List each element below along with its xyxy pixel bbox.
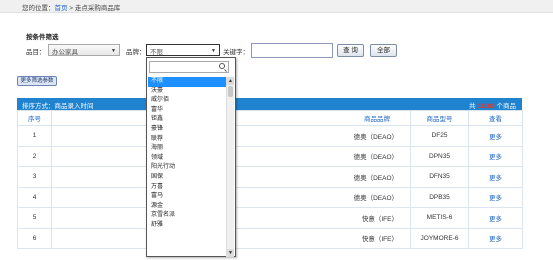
row-no: 6: [17, 227, 52, 249]
brand-option[interactable]: 威尔佰: [148, 96, 227, 106]
chevron-down-icon: ▼: [211, 48, 216, 54]
category-label: 品目：: [26, 49, 46, 56]
brand-option[interactable]: 舒雅: [148, 221, 227, 231]
scroll-up-icon[interactable]: ▲: [227, 77, 234, 85]
table-header-row: 序号 商品品牌 商品型号 查看: [17, 110, 523, 126]
table-row: 5 乖 快意（IFE） METIS-6 更多: [17, 207, 523, 229]
row-no: 4: [17, 186, 52, 208]
category-select-value: 办公家具: [52, 49, 78, 56]
brand-label: 品牌：: [126, 49, 146, 56]
total-count: 共 11180 个商品: [469, 100, 516, 110]
total-count-value: 11180: [477, 103, 495, 110]
brand-option[interactable]: 阳光行动: [148, 163, 227, 173]
row-model: DF25: [410, 125, 469, 147]
row-model: DPN35: [410, 145, 469, 167]
table-row: 6 无 快意（IFE） JOYMORE-6 更多: [17, 227, 523, 249]
row-more-link[interactable]: 更多: [468, 145, 523, 167]
column-header-no: 序号: [17, 110, 52, 126]
row-more-link[interactable]: 更多: [468, 207, 523, 229]
column-header-view: 查看: [468, 110, 523, 126]
brand-option[interactable]: 富马: [148, 192, 227, 202]
brand-option[interactable]: 钜鑫: [148, 115, 227, 125]
row-model: DPB35: [410, 186, 469, 208]
total-suffix: 个商品: [494, 103, 516, 110]
category-select[interactable]: 办公家具 ▼: [48, 44, 120, 56]
brand-option[interactable]: 富华: [148, 106, 227, 116]
row-more-link[interactable]: 更多: [468, 186, 523, 208]
brand-option-list: 不限 沃豪 威尔佰 富华 钜鑫 豪锋 联荐 海丽 领域 阳光行动 国保 万喜 富…: [148, 77, 227, 231]
brand-option[interactable]: 领域: [148, 154, 227, 164]
row-model: METIS-6: [410, 207, 469, 229]
sort-bar: 排序方式：商品录入时间 共 11180 个商品: [17, 98, 522, 110]
scroll-thumb[interactable]: [228, 86, 233, 97]
brand-option[interactable]: 沃豪: [148, 87, 227, 97]
brand-search-input[interactable]: [149, 61, 229, 73]
query-button[interactable]: 查 询: [337, 44, 364, 57]
row-more-link[interactable]: 更多: [468, 125, 523, 147]
column-header-model: 商品型号: [410, 110, 469, 126]
table-row: 1 德奥（DEAO） DF25 更多: [17, 125, 523, 147]
table-row: 3 德奥（DEAO） DFN35 更多: [17, 166, 523, 188]
keyword-label: 关键字：: [223, 49, 249, 56]
brand-dropdown: 不限 沃豪 威尔佰 富华 钜鑫 豪锋 联荐 海丽 领域 阳光行动 国保 万喜 富…: [146, 57, 236, 257]
table-row: 2 德奥（DEAO） DPN35 更多: [17, 145, 523, 167]
breadcrumb-current: 走点采购商品库: [74, 5, 121, 12]
scroll-down-icon[interactable]: ▼: [227, 249, 234, 257]
row-more-link[interactable]: 更多: [468, 166, 523, 188]
row-no: 1: [17, 125, 52, 147]
brand-select[interactable]: 不限 ▼: [146, 44, 220, 56]
search-icon: [219, 63, 225, 69]
dropdown-scrollbar[interactable]: ▲ ▼: [226, 77, 234, 257]
product-table: 序号 商品品牌 商品型号 查看 1 德奥（DEAO） DF25 更多 2 德奥（…: [17, 110, 523, 249]
brand-option[interactable]: 源金: [148, 202, 227, 212]
brand-option[interactable]: 豪锋: [148, 125, 227, 135]
brand-option[interactable]: 国保: [148, 173, 227, 183]
brand-option[interactable]: 京雪名派: [148, 211, 227, 221]
brand-option[interactable]: 联荐: [148, 135, 227, 145]
brand-select-value: 不限: [150, 49, 163, 56]
row-no: 2: [17, 145, 52, 167]
row-model: JOYMORE-6: [410, 227, 469, 249]
brand-option[interactable]: 万喜: [148, 183, 227, 193]
keyword-input[interactable]: [251, 43, 333, 58]
breadcrumb-home-link[interactable]: 首页: [55, 5, 68, 12]
breadcrumb-separator: >: [67, 5, 75, 12]
filter-title: 按条件筛选: [26, 34, 59, 41]
row-more-link[interactable]: 更多: [468, 227, 523, 249]
sort-label[interactable]: 排序方式：商品录入时间: [22, 103, 94, 110]
chevron-down-icon: ▼: [111, 48, 116, 54]
table-row: 4 德奥（DEAO） DPB35 更多: [17, 186, 523, 208]
all-button[interactable]: 全部: [370, 44, 397, 57]
brand-option[interactable]: 海丽: [148, 144, 227, 154]
breadcrumb-prefix: 您的位置：: [22, 5, 55, 12]
row-no: 3: [17, 166, 52, 188]
more-filters-button[interactable]: 更多筛选参数: [17, 76, 57, 86]
brand-option[interactable]: 不限: [148, 77, 227, 87]
breadcrumb: 您的位置：首页 > 走点采购商品库: [0, 0, 553, 13]
row-no: 5: [17, 207, 52, 229]
row-model: DFN35: [410, 166, 469, 188]
